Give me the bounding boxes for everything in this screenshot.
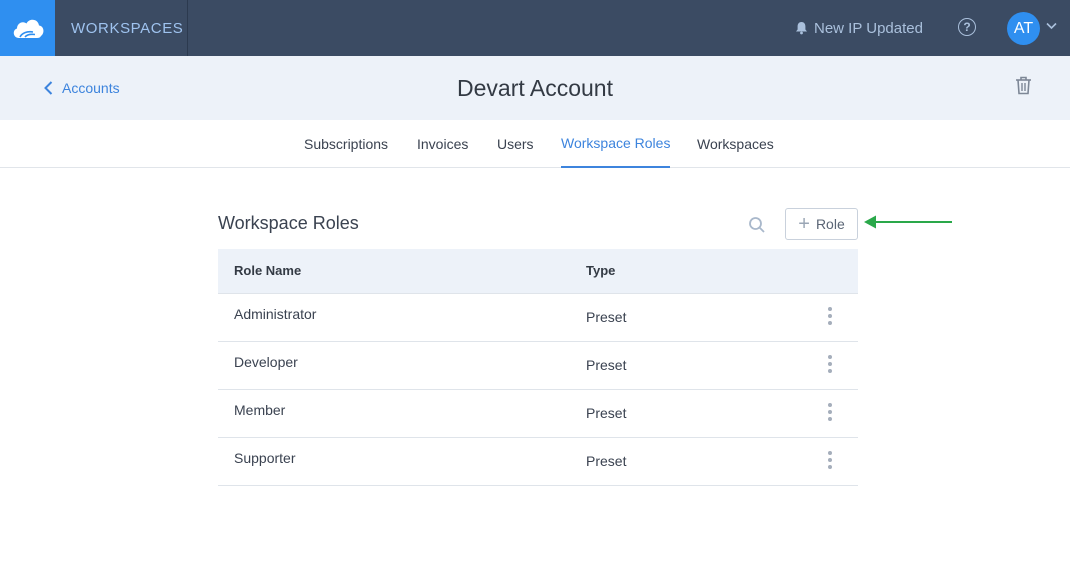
role-name-cell: Supporter	[234, 450, 296, 466]
tab-subscriptions[interactable]: Subscriptions	[304, 120, 388, 168]
app-logo[interactable]	[0, 0, 55, 56]
tab-label: Workspace Roles	[561, 135, 671, 151]
column-header-role-name: Role Name	[234, 263, 302, 278]
role-name-cell: Member	[234, 402, 286, 418]
role-name-cell: Administrator	[234, 306, 317, 322]
search-icon[interactable]	[748, 216, 766, 234]
workspaces-nav-link[interactable]: WORKSPACES	[55, 0, 188, 56]
avatar-initials: AT	[1013, 19, 1034, 37]
chevron-down-icon[interactable]	[1046, 22, 1057, 30]
tab-users[interactable]: Users	[497, 120, 534, 168]
workspace-roles-table: Role Name Type Administrator Preset Deve…	[218, 249, 858, 486]
notification-text: New IP Updated	[814, 19, 923, 37]
user-avatar[interactable]: AT	[1007, 12, 1040, 45]
tab-workspace-roles[interactable]: Workspace Roles	[561, 120, 671, 168]
cloud-logo-icon	[13, 19, 43, 38]
top-navigation-bar: WORKSPACES New IP Updated ? AT	[0, 0, 1070, 56]
tab-label: Workspaces	[697, 136, 774, 152]
tab-workspaces[interactable]: Workspaces	[697, 120, 774, 168]
table-row[interactable]: Supporter Preset	[218, 438, 858, 486]
plus-icon: +	[798, 213, 810, 235]
role-type-cell: Preset	[586, 309, 627, 325]
table-row[interactable]: Developer Preset	[218, 342, 858, 390]
table-header: Role Name Type	[218, 249, 858, 294]
table-row[interactable]: Member Preset	[218, 390, 858, 438]
role-name-cell: Developer	[234, 354, 298, 370]
column-header-type: Type	[586, 263, 616, 278]
role-type-cell: Preset	[586, 357, 627, 373]
tab-label: Subscriptions	[304, 136, 389, 152]
back-to-accounts-link[interactable]: Accounts	[44, 56, 120, 120]
account-tabs: Subscriptions Invoices Users Workspace R…	[0, 120, 1070, 168]
help-symbol: ?	[963, 20, 971, 34]
more-options-icon[interactable]	[828, 307, 832, 325]
role-type-cell: Preset	[586, 453, 627, 469]
trash-icon[interactable]	[1015, 76, 1032, 95]
notification-link[interactable]: New IP Updated	[795, 0, 923, 56]
add-role-button[interactable]: + Role	[785, 208, 858, 240]
back-label: Accounts	[62, 80, 120, 96]
bell-icon	[796, 22, 807, 35]
more-options-icon[interactable]	[828, 355, 832, 373]
table-row[interactable]: Administrator Preset	[218, 294, 858, 342]
page-title-wrap: Devart Account	[0, 56, 1070, 120]
tab-label: Invoices	[417, 136, 469, 152]
page-title: Devart Account	[457, 74, 613, 101]
section-title: Workspace Roles	[218, 213, 359, 233]
account-header: Devart Account Accounts	[0, 56, 1070, 120]
help-icon[interactable]: ?	[958, 18, 976, 36]
tab-label: Users	[497, 136, 534, 152]
more-options-icon[interactable]	[828, 403, 832, 421]
brand-label: WORKSPACES	[71, 19, 184, 37]
more-options-icon[interactable]	[828, 451, 832, 469]
green-arrow-annotation	[864, 215, 952, 229]
add-role-label: Role	[815, 216, 845, 232]
chevron-left-icon	[44, 81, 53, 95]
role-type-cell: Preset	[586, 405, 627, 421]
tab-invoices[interactable]: Invoices	[417, 120, 468, 168]
